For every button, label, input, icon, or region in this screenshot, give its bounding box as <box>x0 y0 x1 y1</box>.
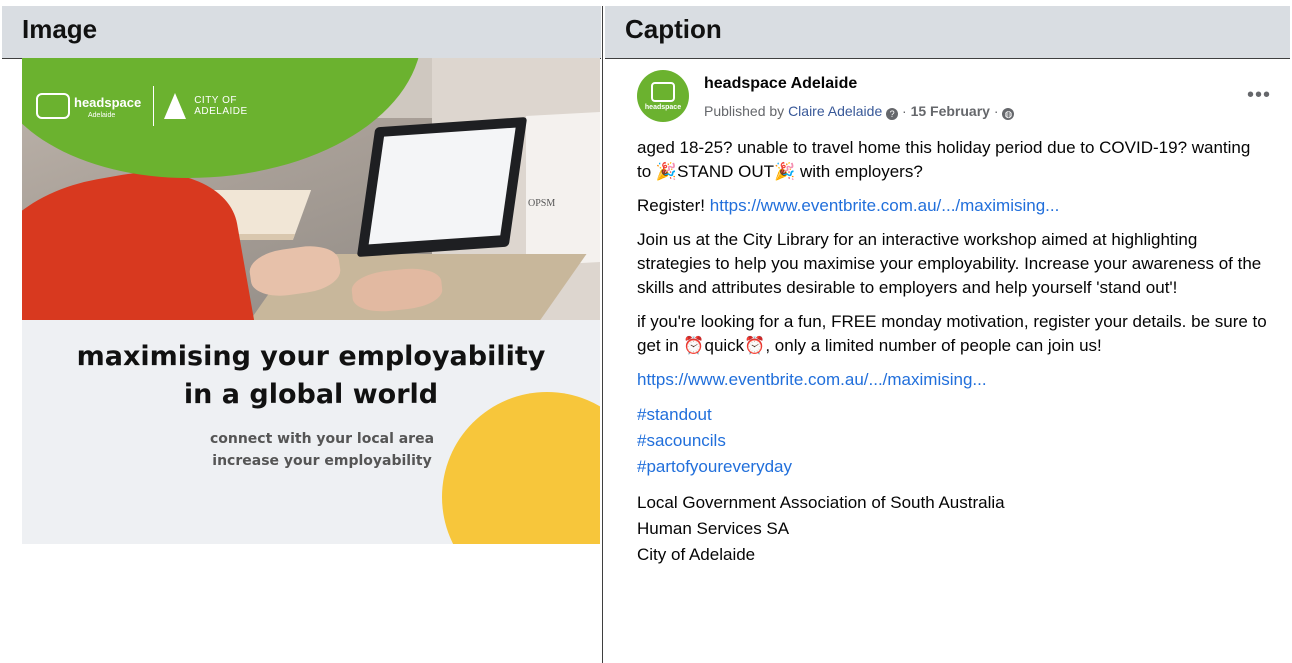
help-icon[interactable]: ? <box>886 108 899 120</box>
brand-sub: Adelaide <box>88 111 116 119</box>
promo-headline: maximising your employability in a globa… <box>22 338 600 414</box>
post-paragraph-5: https://www.eventbrite.com.au/.../maximi… <box>637 368 1267 392</box>
tagged-entity: Human Services SA <box>637 519 790 538</box>
post-paragraph-4: if you're looking for a fun, FREE monday… <box>637 310 1267 358</box>
party-popper-icon: 🎉 <box>655 162 678 181</box>
more-options-button[interactable]: ••• <box>1247 84 1271 107</box>
image-column-header: Image <box>2 6 601 59</box>
post-body: aged 18-25? unable to travel home this h… <box>637 136 1267 578</box>
partner-line1: CITY OF <box>194 95 237 106</box>
tagged-list: Local Government Association of South Au… <box>637 490 1267 568</box>
page-name[interactable]: headspace Adelaide <box>704 75 857 93</box>
headspace-logo-icon <box>36 93 70 119</box>
register-link[interactable]: https://www.eventbrite.com.au/.../maximi… <box>710 196 1060 215</box>
logo-row: headspace Adelaide CITY OF ADELAIDE <box>36 86 248 126</box>
post-paragraph-1: aged 18-25? unable to travel home this h… <box>637 136 1267 184</box>
subline-line2: increase your employability <box>212 453 432 469</box>
headline-line1: maximising your employability <box>76 341 546 372</box>
red-sleeve <box>22 156 255 320</box>
headspace-avatar-icon <box>651 81 675 102</box>
p1-emphasis: STAND OUT <box>677 162 775 181</box>
party-popper-icon: 🎉 <box>774 162 796 181</box>
tagged-entity: City of Adelaide <box>637 545 756 564</box>
laptop-screen <box>356 116 528 258</box>
event-link[interactable]: https://www.eventbrite.com.au/.../maximi… <box>637 370 987 389</box>
shopping-bag <box>526 112 600 266</box>
alarm-clock-icon: ⏰ <box>744 336 766 355</box>
partner-line2: ADELAIDE <box>194 106 248 117</box>
globe-icon: ◍ <box>1002 108 1015 120</box>
hashtag[interactable]: #partofyoureveryday <box>637 454 1267 480</box>
image-header-label: Image <box>22 14 98 44</box>
promo-subline: connect with your local area increase yo… <box>172 428 472 472</box>
p4-suffix: , only a limited number of people can jo… <box>765 336 1102 355</box>
hashtag[interactable]: #standout <box>637 402 1267 428</box>
p1-suffix: with employers? <box>799 162 923 181</box>
alarm-clock-icon: ⏰ <box>683 336 705 355</box>
bag-label: OPSM <box>528 198 556 209</box>
brand-name: headspace <box>74 94 142 110</box>
subline-line1: connect with your local area <box>209 431 435 447</box>
headspace-logo: headspace Adelaide <box>74 94 141 119</box>
city-of-adelaide-logo: CITY OF ADELAIDE <box>194 95 247 117</box>
logo-divider <box>153 86 155 126</box>
hashtag[interactable]: #sacouncils <box>637 428 1267 454</box>
p4-quick: quick <box>704 336 745 355</box>
column-divider <box>602 6 603 663</box>
avatar-label: headspace <box>644 103 682 111</box>
caption-column-header: Caption <box>605 6 1290 59</box>
city-of-adelaide-icon <box>164 93 187 119</box>
headline-line2: in a global world <box>183 379 439 410</box>
tagged-entity: Local Government Association of South Au… <box>637 493 1005 512</box>
post-meta: Published by Claire Adelaide ? · 15 Febr… <box>704 103 1015 120</box>
publisher-link[interactable]: Claire Adelaide <box>788 103 882 119</box>
page-avatar[interactable]: headspace <box>637 70 689 122</box>
register-label: Register! <box>637 196 706 215</box>
post-paragraph-2: Register! https://www.eventbrite.com.au/… <box>637 194 1267 218</box>
hashtag-list: #standout #sacouncils #partofyoureveryda… <box>637 402 1267 480</box>
post-date[interactable]: 15 February <box>911 103 990 119</box>
published-by-prefix: Published by <box>704 103 785 119</box>
promo-image: OPSM headspace Adelaide CITY OF ADELAIDE… <box>22 58 600 544</box>
caption-header-label: Caption <box>625 14 722 44</box>
laptop-photo: OPSM headspace Adelaide CITY OF ADELAIDE <box>22 58 600 320</box>
post-paragraph-3: Join us at the City Library for an inter… <box>637 230 1262 297</box>
